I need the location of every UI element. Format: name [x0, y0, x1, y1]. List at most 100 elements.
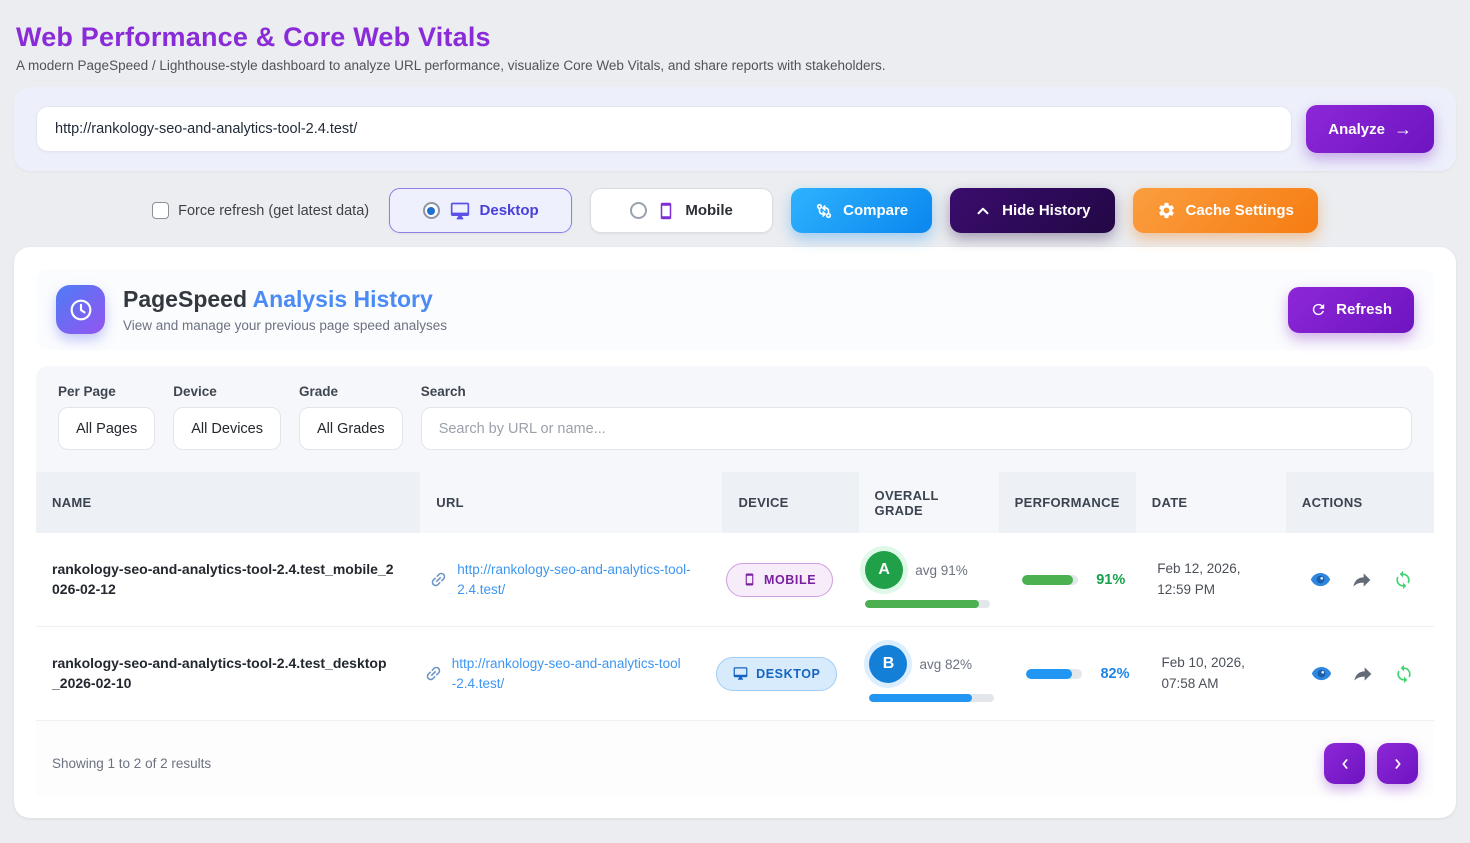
- performance-value: 82%: [1100, 666, 1129, 682]
- device-toggle-desktop[interactable]: Desktop: [389, 188, 572, 233]
- device-badge-label: DESKTOP: [756, 667, 820, 681]
- grade-average: avg 91%: [915, 563, 968, 578]
- device-toggle-mobile[interactable]: Mobile: [590, 188, 773, 233]
- per-page-select[interactable]: All Pages: [58, 407, 155, 450]
- previous-page-button[interactable]: [1324, 743, 1365, 784]
- mobile-icon: [657, 202, 675, 220]
- table-footer: Showing 1 to 2 of 2 results: [36, 721, 1434, 796]
- force-refresh-checkbox[interactable]: [152, 202, 169, 219]
- column-header-actions: Actions: [1286, 472, 1434, 533]
- gear-icon: [1157, 201, 1176, 220]
- share-icon: [1353, 664, 1373, 684]
- device-badge-desktop: DESKTOP: [716, 657, 837, 691]
- analyze-button[interactable]: Analyze →: [1306, 105, 1434, 153]
- performance-progress-bar: [1026, 669, 1082, 679]
- view-report-button[interactable]: [1310, 569, 1331, 590]
- radio-unselected-icon: [630, 202, 647, 219]
- filter-device-label: Device: [173, 384, 281, 399]
- page-subtitle: A modern PageSpeed / Lighthouse-style da…: [16, 58, 1452, 73]
- results-summary: Showing 1 to 2 of 2 results: [52, 756, 211, 771]
- grade-progress-bar: [865, 600, 990, 608]
- radio-selected-icon: [423, 202, 440, 219]
- grade-badge: B: [869, 645, 907, 683]
- mobile-icon: [743, 573, 756, 586]
- filter-search: Search: [421, 384, 1412, 450]
- share-button[interactable]: [1353, 664, 1373, 684]
- grade-badge: A: [865, 551, 903, 589]
- filter-search-label: Search: [421, 384, 1412, 399]
- refresh-button[interactable]: Refresh: [1288, 287, 1414, 333]
- force-refresh-control[interactable]: Force refresh (get latest data): [152, 202, 369, 219]
- analysis-name: rankology-seo-and-analytics-tool-2.4.tes…: [52, 654, 392, 693]
- refresh-button-label: Refresh: [1336, 301, 1392, 318]
- link-icon: [425, 566, 452, 593]
- filter-device: Device All Devices: [173, 384, 281, 450]
- analyze-panel: Analyze →: [14, 87, 1456, 171]
- device-toggle-desktop-label: Desktop: [480, 202, 539, 219]
- device-badge-label: MOBILE: [764, 573, 816, 587]
- sync-icon: [1394, 664, 1414, 684]
- table-header: Name URL Device Overall Grade Performanc…: [36, 472, 1434, 533]
- filter-per-page: Per Page All Pages: [58, 384, 155, 450]
- performance-value: 91%: [1096, 572, 1125, 588]
- chevron-left-icon: [1337, 756, 1353, 772]
- view-report-button[interactable]: [1311, 663, 1332, 684]
- hide-history-button-label: Hide History: [1002, 202, 1090, 219]
- table-row: rankology-seo-and-analytics-tool-2.4.tes…: [36, 533, 1434, 627]
- filters-row: Per Page All Pages Device All Devices Gr…: [36, 366, 1434, 472]
- history-title-accent: Analysis History: [253, 286, 433, 312]
- next-page-button[interactable]: [1377, 743, 1418, 784]
- share-button[interactable]: [1352, 570, 1372, 590]
- compare-button[interactable]: Compare: [791, 188, 932, 233]
- column-header-performance: Performance: [999, 472, 1136, 533]
- sync-icon: [1393, 570, 1413, 590]
- url-input[interactable]: [36, 106, 1292, 152]
- filter-grade: Grade All Grades: [299, 384, 403, 450]
- analysis-name: rankology-seo-and-analytics-tool-2.4.tes…: [52, 560, 397, 599]
- history-title: PageSpeed Analysis History: [123, 286, 447, 313]
- force-refresh-label: Force refresh (get latest data): [178, 203, 369, 219]
- cache-settings-button[interactable]: Cache Settings: [1133, 188, 1318, 233]
- page-root: Web Performance & Core Web Vitals A mode…: [0, 0, 1470, 818]
- desktop-icon: [450, 201, 470, 221]
- grade-select[interactable]: All Grades: [299, 407, 403, 450]
- eye-icon: [1310, 569, 1331, 590]
- eye-icon: [1311, 663, 1332, 684]
- chevron-up-icon: [974, 202, 992, 220]
- history-title-primary: PageSpeed: [123, 286, 247, 312]
- arrow-right-icon: →: [1394, 119, 1412, 140]
- hide-history-button[interactable]: Hide History: [950, 188, 1114, 233]
- analysis-url-link[interactable]: http://rankology-seo-and-analytics-tool-…: [452, 654, 684, 693]
- grade-progress-bar: [869, 694, 994, 702]
- table-row: rankology-seo-and-analytics-tool-2.4.tes…: [36, 627, 1434, 721]
- controls-row: Force refresh (get latest data) Desktop …: [14, 171, 1456, 247]
- page-title: Web Performance & Core Web Vitals: [16, 22, 1452, 53]
- history-card-header: PageSpeed Analysis History View and mana…: [36, 269, 1434, 350]
- device-select[interactable]: All Devices: [173, 407, 281, 450]
- page-header: Web Performance & Core Web Vitals A mode…: [14, 14, 1456, 87]
- cache-settings-button-label: Cache Settings: [1186, 202, 1294, 219]
- compare-icon: [815, 202, 833, 220]
- reanalyze-button[interactable]: [1393, 570, 1413, 590]
- reanalyze-button[interactable]: [1394, 664, 1414, 684]
- pagination: [1324, 743, 1418, 784]
- search-input[interactable]: [421, 407, 1412, 450]
- refresh-icon: [1310, 301, 1327, 318]
- analysis-date: Feb 10, 2026, 07:58 AM: [1162, 653, 1275, 694]
- filter-grade-label: Grade: [299, 384, 403, 399]
- analysis-url-link[interactable]: http://rankology-seo-and-analytics-tool-…: [457, 560, 694, 599]
- desktop-icon: [733, 666, 748, 681]
- link-icon: [420, 660, 447, 687]
- column-header-date: Date: [1136, 472, 1286, 533]
- history-title-block: PageSpeed Analysis History View and mana…: [123, 286, 447, 333]
- device-toggle-mobile-label: Mobile: [685, 202, 733, 219]
- filter-per-page-label: Per Page: [58, 384, 155, 399]
- clock-icon: [56, 285, 105, 334]
- performance-progress-bar: [1022, 575, 1078, 585]
- column-header-device: Device: [722, 472, 858, 533]
- share-icon: [1352, 570, 1372, 590]
- history-subtitle: View and manage your previous page speed…: [123, 318, 447, 333]
- analysis-date: Feb 12, 2026, 12:59 PM: [1157, 559, 1272, 600]
- column-header-overall-grade: Overall Grade: [859, 472, 999, 533]
- chevron-right-icon: [1390, 756, 1406, 772]
